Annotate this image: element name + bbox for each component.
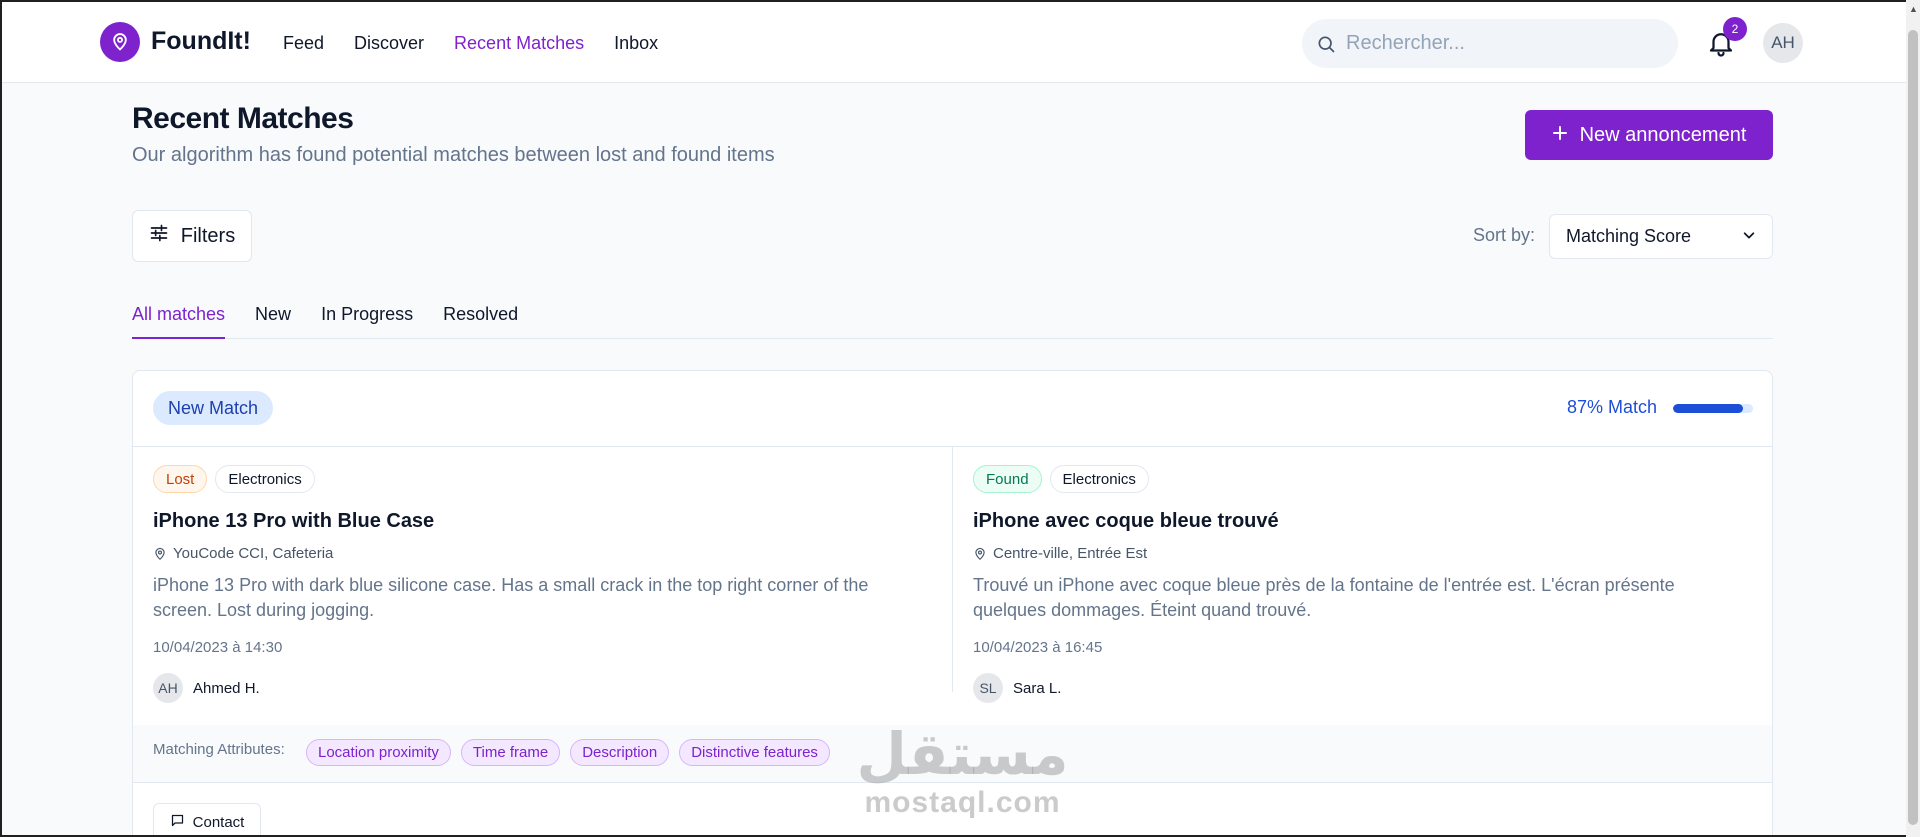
watermark-arabic-text: مستقل [856,720,1069,788]
match-score-fill [1673,404,1743,413]
found-item-user-name: Sara L. [1013,679,1062,697]
lost-status-tag: Lost [153,465,208,493]
new-match-badge: New Match [153,391,274,425]
plus-icon [1552,124,1568,147]
matching-attributes-list: Location proximity Time frame Descriptio… [306,739,830,766]
search-icon [1318,36,1335,52]
lost-item-date: 10/04/2023 à 14:30 [153,639,283,656]
nav-discover[interactable]: Discover [354,33,424,54]
search-input[interactable] [1346,32,1666,55]
lost-item-description: iPhone 13 Pro with dark blue silicone ca… [153,575,869,620]
sliders-icon [149,223,169,249]
message-icon [170,813,185,832]
location-pin-icon [155,547,165,560]
found-item-title[interactable]: iPhone avec coque bleue trouvé [973,510,1279,533]
attribute-chip: Time frame [460,739,561,766]
nav-feed[interactable]: Feed [283,33,324,54]
contact-button[interactable]: Contact [153,803,261,835]
tab-all-matches[interactable]: All matches [132,300,226,339]
category-tag: Electronics [215,465,315,493]
scroll-up-arrow-icon[interactable]: ▲ [1909,4,1918,14]
vertical-scrollbar[interactable]: ▲ [1906,0,1920,837]
contact-label: Contact [192,813,245,831]
tab-new[interactable]: New [255,300,291,339]
matching-attributes-label: Matching Attributes: [153,741,285,758]
sort-select[interactable]: Matching Score [1549,214,1773,259]
sort-value: Matching Score [1566,226,1692,246]
search-box[interactable] [1302,19,1678,68]
attribute-chip: Description [570,739,670,766]
found-item-date: 10/04/2023 à 16:45 [973,639,1103,656]
found-item-description: Trouvé un iPhone avec coque bleue près d… [973,575,1675,620]
page-title: Recent Matches [132,102,354,135]
found-status-tag: Found [973,465,1042,493]
user-avatar[interactable]: AH [1763,23,1803,63]
found-item-location-text: Centre-ville, Entrée Est [993,545,1148,562]
new-announcement-label: New annoncement [1579,123,1747,146]
filters-label: Filters [180,224,236,247]
notification-count-badge: 2 [1723,17,1747,41]
app-window: FoundIt! Feed Discover Recent Matches In… [0,0,1906,837]
match-score-label: 87% Match [1567,397,1658,417]
found-item-tags: Found Electronics [973,465,1149,493]
main-nav: Feed Discover Recent Matches Inbox [283,33,658,54]
tab-in-progress[interactable]: In Progress [321,300,413,339]
match-card-header: New Match 87% Match [133,371,1772,447]
nav-inbox[interactable]: Inbox [614,33,658,54]
sort-label: Sort by: [1473,225,1536,245]
tab-resolved[interactable]: Resolved [443,300,518,339]
lost-item-user-name: Ahmed H. [193,679,260,697]
scrollbar-thumb[interactable] [1908,30,1918,825]
found-item-user[interactable]: SL Sara L. [973,673,1061,703]
filters-button[interactable]: Filters [132,210,252,262]
avatar: AH [153,673,183,703]
lost-item-tags: Lost Electronics [153,465,315,493]
lost-item-title[interactable]: iPhone 13 Pro with Blue Case [153,510,434,533]
category-tag: Electronics [1049,465,1149,493]
attribute-chip: Distinctive features [679,739,830,766]
location-pin-icon [975,547,985,560]
top-navigation-bar: FoundIt! Feed Discover Recent Matches In… [2,2,1906,83]
chevron-down-icon [1742,226,1756,247]
match-tabs: All matches New In Progress Resolved [132,300,1773,339]
logo-pin-icon[interactable] [100,22,140,62]
nav-recent-matches[interactable]: Recent Matches [454,33,584,54]
avatar: SL [973,673,1003,703]
watermark-logo: مستقل mostaql.com [850,722,1075,820]
found-item-location: Centre-ville, Entrée Est [973,545,1147,562]
match-score-bar [1673,404,1753,413]
lost-item-location-text: YouCode CCI, Cafeteria [173,545,334,562]
new-announcement-button[interactable]: New annoncement [1525,110,1773,160]
lost-item-location: YouCode CCI, Cafeteria [153,545,333,562]
attribute-chip: Location proximity [306,739,451,766]
lost-item-panel: Lost Electronics iPhone 13 Pro with Blue… [133,447,953,703]
app-name[interactable]: FoundIt! [151,27,251,56]
lost-item-user[interactable]: AH Ahmed H. [153,673,260,703]
page-subtitle: Our algorithm has found potential matche… [132,144,775,166]
found-item-panel: Found Electronics iPhone avec coque bleu… [953,447,1772,703]
watermark-latin-text: mostaql.com [864,786,1061,819]
